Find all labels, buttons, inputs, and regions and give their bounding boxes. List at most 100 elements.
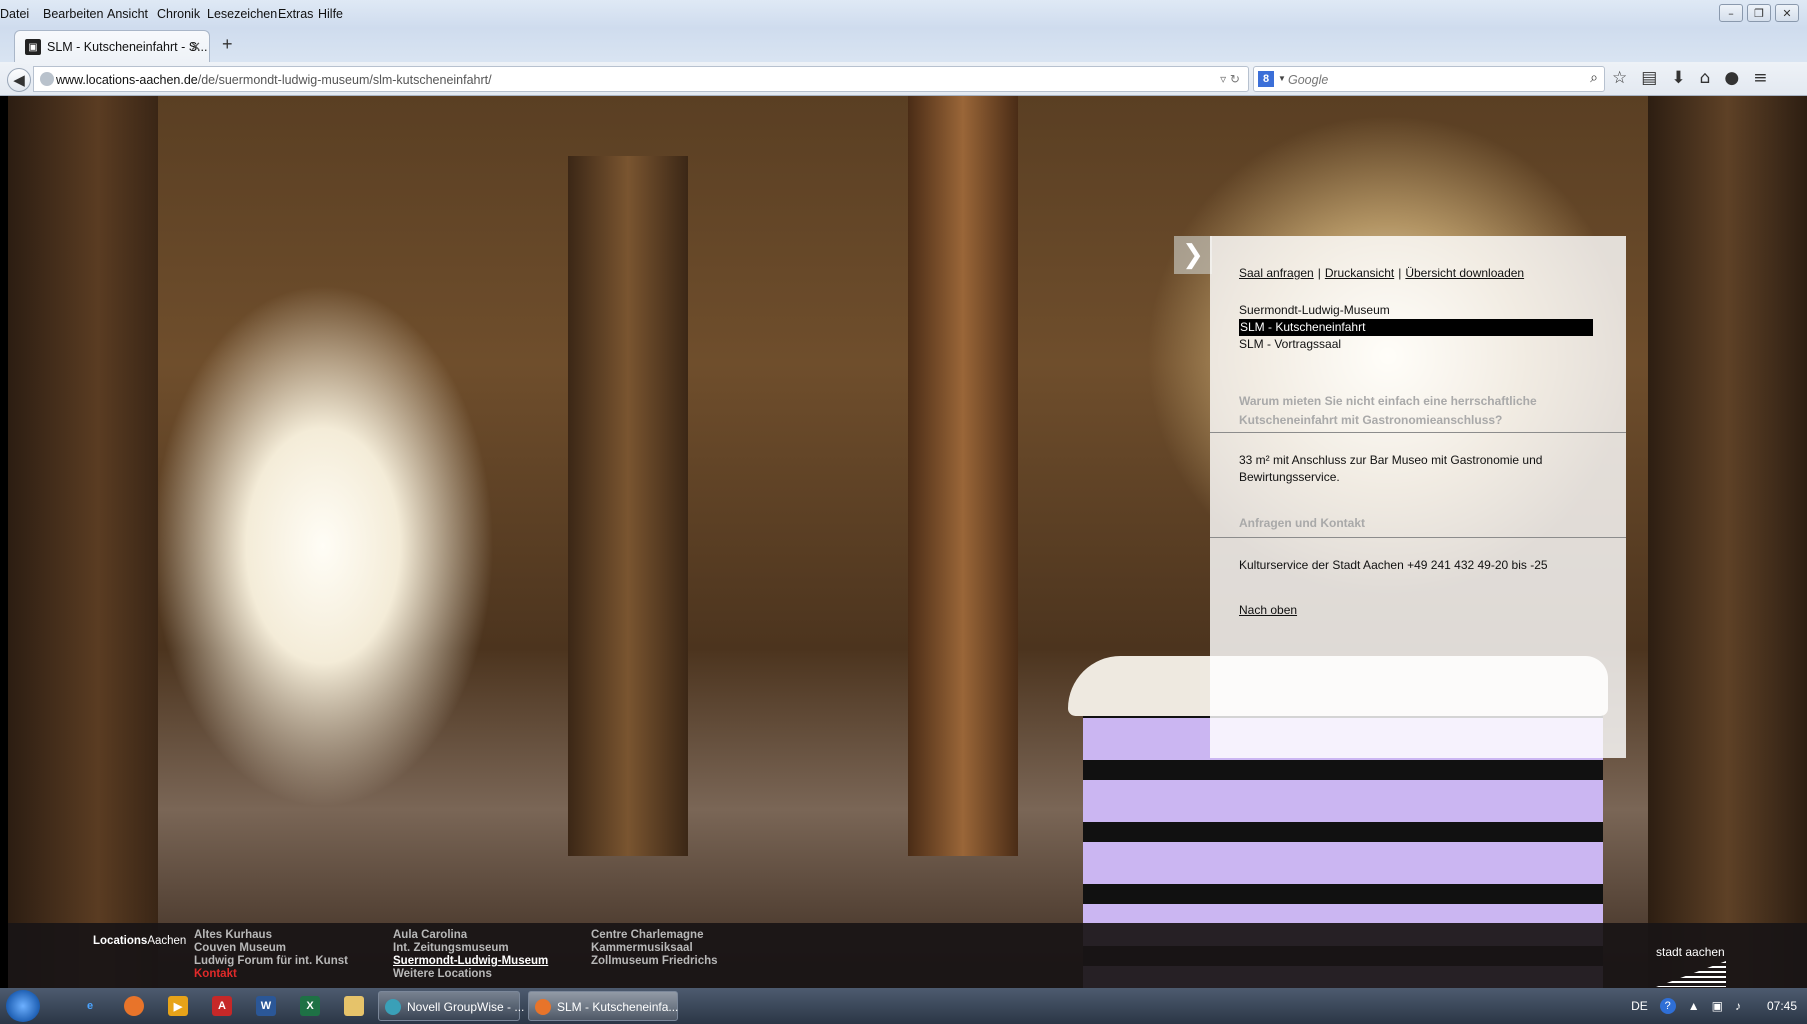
maximize-button[interactable]: ❐ [1747,4,1771,22]
footer-column-3: Centre Charlemagne Kammermusiksaal Zollm… [591,929,718,968]
footer-link-couven-museum[interactable]: Couven Museum [194,942,348,955]
firefox-icon[interactable] [124,996,144,1016]
firefox-icon [535,999,551,1015]
logo-text: stadt aachen [1656,945,1725,959]
favicon-icon: ▣ [25,39,41,55]
logo-graphic-icon [1656,961,1726,987]
search-bar[interactable]: 8 ▼ Google ⌕ [1253,66,1605,92]
subnav-item-kutscheneinfahrt[interactable]: SLM - Kutscheneinfahrt [1239,319,1593,336]
explorer-icon[interactable] [344,996,364,1016]
tab-slm-kutscheneinfahrt[interactable]: ▣ SLM - Kutscheneinfahrt - S... ✕ [14,30,210,62]
info-panel: Saal anfragen | Druckansicht | Übersicht dow… [1210,236,1626,758]
footer-link-weitere-locations[interactable]: Weitere Locations [393,968,548,981]
new-tab-button[interactable]: + [222,34,233,55]
url-path: /de/suermondt-ludwig-museum/slm-kutschen… [197,73,492,87]
teaser-heading: Warum mieten Sie nicht einfach eine herr… [1239,394,1537,427]
brand-regular: Aachen [147,935,187,947]
excel-icon[interactable]: X [300,996,320,1016]
subnav-item-museum[interactable]: Suermondt-Ludwig-Museum [1239,302,1593,319]
menu-hilfe[interactable]: Hilfe [318,7,343,21]
menu-chronik[interactable]: Chronik [157,7,200,21]
tab-title: SLM - Kutscheneinfahrt - S... [47,40,208,54]
language-indicator[interactable]: DE [1631,999,1648,1013]
menu-icon[interactable]: ≡ [1753,68,1767,88]
saal-anfragen-link[interactable]: Saal anfragen [1239,266,1314,280]
footer-link-kammermusiksaal[interactable]: Kammermusiksaal [591,942,718,955]
menu-lesezeichen[interactable]: Lesezeichen [207,7,277,21]
volume-icon[interactable]: ♪ [1735,999,1741,1013]
background-pillar [908,96,1018,856]
menu-bearbeiten[interactable]: Bearbeiten [43,7,103,21]
close-window-button[interactable]: ✕ [1775,4,1799,22]
menu-bar: Datei Bearbeiten Ansicht Chronik Lesezei… [0,0,1807,28]
druckansicht-link[interactable]: Druckansicht [1325,266,1394,280]
footer-link-centre-charlemagne[interactable]: Centre Charlemagne [591,929,718,942]
windows-taskbar: e ▶ A W X Novell GroupWise - ... SLM - K… [0,988,1807,1024]
pdf-icon[interactable]: A [212,996,232,1016]
help-icon[interactable]: ? [1659,998,1676,1014]
panel-toggle-chevron-icon[interactable]: ❯ [1174,236,1212,274]
brand-bold: Locations [93,935,148,947]
bookmark-star-icon[interactable]: ☆ [1612,68,1627,88]
menu-extras[interactable]: Extras [278,7,313,21]
google-engine-icon[interactable]: 8 [1258,71,1274,87]
footer-link-ludwig-forum[interactable]: Ludwig Forum für int. Kunst [194,955,348,968]
url-bar[interactable]: www.locations-aachen.de/de/suermondt-lud… [33,66,1249,92]
action-links: Saal anfragen | Druckansicht | Übersicht dow… [1239,266,1524,280]
start-button[interactable] [6,990,40,1022]
uebersicht-download-link[interactable]: Übersicht downloaden [1405,266,1524,280]
task-label: Novell GroupWise - ... [407,1000,525,1014]
task-firefox[interactable]: SLM - Kutscheneinfa... [528,991,678,1021]
downloads-icon[interactable]: ⬇ [1671,68,1685,88]
footer-column-1: Altes Kurhaus Couven Museum Ludwig Forum… [194,929,348,981]
ie-icon[interactable]: e [80,996,100,1016]
menu-datei[interactable]: Datei [0,7,29,21]
search-icon[interactable]: ⌕ [1590,70,1598,86]
back-button[interactable]: ◀ [7,68,31,92]
footer-link-zollmuseum[interactable]: Zollmuseum Friedrichs [591,955,718,968]
system-tray: DE ? ▲ ▣ ♪ 07:45 [1631,998,1797,1014]
background-pillar [8,96,158,988]
word-icon[interactable]: W [256,996,276,1016]
chat-icon[interactable]: ● [1724,68,1739,88]
network-icon[interactable]: ▣ [1712,999,1723,1013]
background-pillar [568,156,688,856]
clock[interactable]: 07:45 [1767,999,1797,1013]
footer-link-suermondt-ludwig-museum[interactable]: Suermondt-Ludwig-Museum [393,955,548,968]
footer-link-zeitungsmuseum[interactable]: Int. Zeitungsmuseum [393,942,548,955]
toolbar-icons: ☆ ▤ ⬇ ⌂ ● ≡ [1612,68,1767,88]
menu-ansicht[interactable]: Ansicht [107,7,148,21]
engine-dropdown-icon[interactable]: ▼ [1278,74,1286,83]
location-subnav: Suermondt-Ludwig-Museum SLM - Kutschenei… [1239,302,1593,353]
back-to-top-link[interactable]: Nach oben [1239,603,1297,617]
site-identity-icon[interactable] [40,72,54,86]
footer-link-altes-kurhaus[interactable]: Altes Kurhaus [194,929,348,942]
bookmarks-list-icon[interactable]: ▤ [1641,68,1657,88]
media-player-icon[interactable]: ▶ [168,996,188,1016]
room-description: 33 m² mit Anschluss zur Bar Museo mit Ga… [1239,453,1543,484]
background-pillar [1648,96,1807,988]
footer-column-2: Aula Carolina Int. Zeitungsmuseum Suermo… [393,929,548,981]
navigation-bar: ◀ www.locations-aachen.de/de/suermondt-l… [0,62,1807,96]
url-text: www.locations-aachen.de/de/suermondt-lud… [56,73,492,87]
divider [1210,432,1626,433]
contact-text: Kulturservice der Stadt Aachen +49 241 4… [1239,558,1548,572]
window-controls: – ❐ ✕ [1719,4,1799,22]
reload-icon[interactable]: ▿ ↻ [1220,72,1240,86]
minimize-button[interactable]: – [1719,4,1743,22]
brand-logo[interactable]: LocationsAachen [93,935,186,947]
footer-link-kontakt[interactable]: Kontakt [194,968,348,981]
task-groupwise[interactable]: Novell GroupWise - ... [378,991,524,1021]
show-hidden-icons-icon[interactable]: ▲ [1688,999,1700,1013]
contact-heading: Anfragen und Kontakt [1239,516,1365,530]
groupwise-icon [385,999,401,1015]
search-placeholder: Google [1288,73,1329,87]
footer-link-aula-carolina[interactable]: Aula Carolina [393,929,548,942]
subnav-item-vortragssaal[interactable]: SLM - Vortragssaal [1239,336,1593,353]
link-separator: | [1317,266,1321,280]
url-domain: www.locations-aachen.de [56,73,198,87]
close-tab-icon[interactable]: ✕ [190,39,201,55]
home-icon[interactable]: ⌂ [1700,68,1711,88]
page-viewport: ❯ Saal anfragen | Druckansicht | Übersicht d… [8,96,1807,988]
stadt-aachen-logo[interactable]: stadt aachen [1656,945,1726,987]
